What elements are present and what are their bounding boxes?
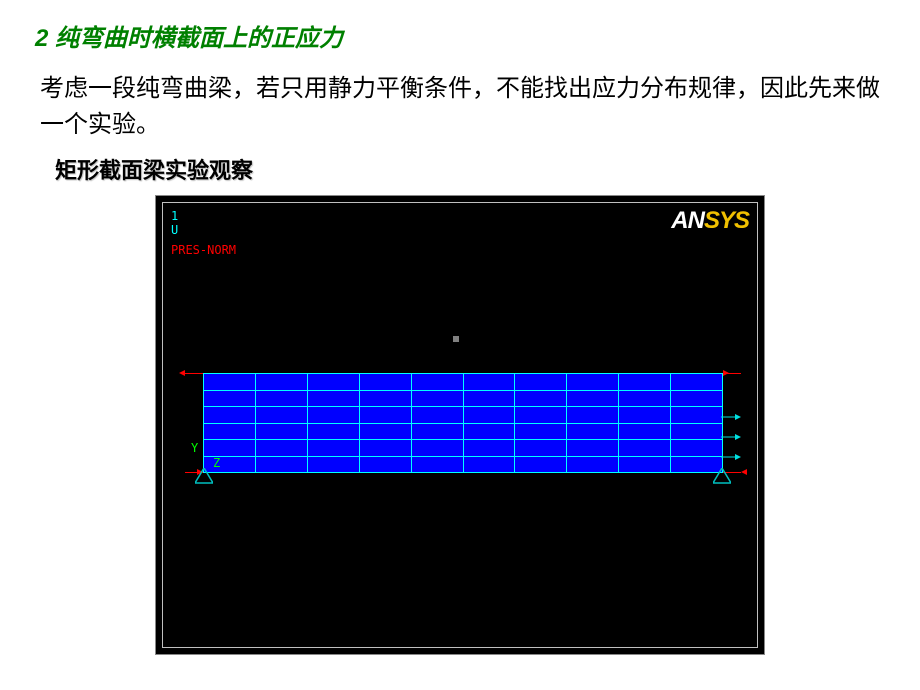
beam-cell [671, 407, 722, 423]
beam-cell [412, 407, 463, 423]
marker-dot [453, 336, 459, 342]
beam-cell [567, 374, 618, 390]
body-paragraph: 考虑一段纯弯曲梁，若只用静力平衡条件，不能找出应力分布规律，因此先来做一个实验。 [0, 53, 920, 143]
force-arrow-right-3 [721, 449, 741, 467]
ansys-viewport: 1 U PRES-NORM ANSYS Y Z [155, 195, 765, 655]
beam-cell [256, 391, 307, 407]
beam-cell [308, 457, 359, 473]
beam-cell [619, 440, 670, 456]
beam-cell [567, 457, 618, 473]
beam-cell [515, 440, 566, 456]
beam-cell [360, 407, 411, 423]
beam-cell [464, 374, 515, 390]
beam-mesh [203, 373, 723, 473]
beam-cell [567, 424, 618, 440]
beam-cell [671, 424, 722, 440]
beam-cell [515, 407, 566, 423]
beam-cell [567, 391, 618, 407]
support-triangle-right [713, 468, 731, 489]
load-arrowhead-right-bottom [741, 469, 747, 475]
load-arrowhead-right-top [723, 370, 729, 376]
beam-cell [567, 440, 618, 456]
beam-cell [412, 374, 463, 390]
beam-cell [360, 391, 411, 407]
axis-label-y: Y [191, 441, 198, 455]
beam-cell [204, 424, 255, 440]
beam-cell [464, 457, 515, 473]
beam-cell [204, 374, 255, 390]
beam-cell [567, 407, 618, 423]
beam-cell [256, 457, 307, 473]
beam-cell [308, 424, 359, 440]
beam-container: Y Z [203, 373, 723, 473]
beam-cell [256, 374, 307, 390]
beam-cell [360, 424, 411, 440]
subsection-title: 矩形截面梁实验观察 [0, 143, 920, 185]
beam-cell [619, 407, 670, 423]
beam-cell [515, 457, 566, 473]
beam-cell [360, 374, 411, 390]
beam-cell [256, 407, 307, 423]
beam-cell [412, 440, 463, 456]
ansys-logo: ANSYS [671, 207, 749, 235]
load-arrow-left-top [185, 373, 203, 374]
beam-cell [204, 391, 255, 407]
force-arrow-right-1 [721, 409, 741, 427]
beam-cell [619, 374, 670, 390]
beam-cell [256, 440, 307, 456]
beam-cell [515, 424, 566, 440]
beam-cell [619, 457, 670, 473]
beam-cell [464, 424, 515, 440]
legend-u: U [171, 223, 178, 237]
force-arrow-right-2 [721, 429, 741, 447]
beam-cell [619, 391, 670, 407]
beam-cell [308, 407, 359, 423]
beam-cell [256, 424, 307, 440]
beam-cell [671, 391, 722, 407]
ansys-inner-frame: 1 U PRES-NORM ANSYS Y Z [162, 202, 758, 648]
ansys-logo-an: AN [671, 207, 704, 234]
legend-pres-norm: PRES-NORM [171, 243, 236, 257]
beam-cell [671, 374, 722, 390]
axis-label-z: Z [213, 456, 220, 470]
beam-cell [412, 457, 463, 473]
beam-cell [204, 407, 255, 423]
beam-cell [412, 424, 463, 440]
beam-cell [308, 440, 359, 456]
ansys-logo-sys: SYS [704, 207, 749, 234]
beam-cell [308, 374, 359, 390]
beam-cell [360, 457, 411, 473]
beam-cell [308, 391, 359, 407]
support-triangle-left [195, 468, 213, 489]
beam-cell [515, 391, 566, 407]
legend-number: 1 [171, 209, 178, 223]
beam-cell [464, 391, 515, 407]
beam-cell [464, 407, 515, 423]
beam-cell [464, 440, 515, 456]
load-arrowhead-left-top [179, 370, 185, 376]
beam-cell [360, 440, 411, 456]
beam-cell [412, 391, 463, 407]
beam-cell [515, 374, 566, 390]
beam-cell [671, 440, 722, 456]
beam-cell [204, 440, 255, 456]
section-title: 2 纯弯曲时横截面上的正应力 [0, 0, 920, 53]
beam-cell [619, 424, 670, 440]
